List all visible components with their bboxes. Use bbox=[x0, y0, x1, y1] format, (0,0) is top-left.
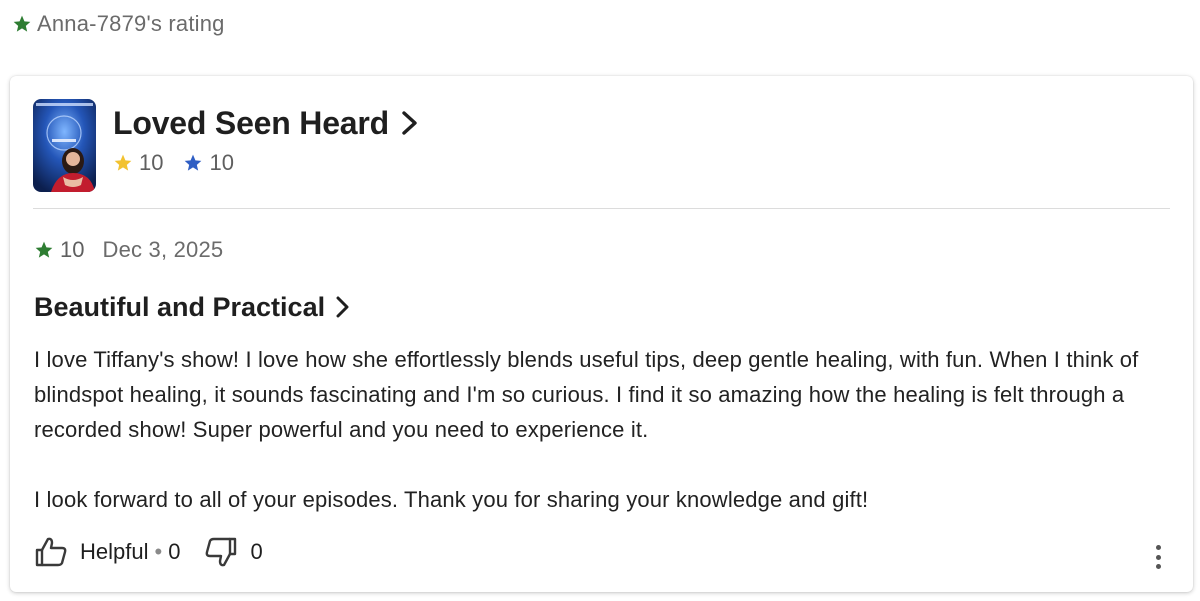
review-body: I love Tiffany's show! I love how she ef… bbox=[34, 342, 1164, 517]
separator-dot: • bbox=[154, 539, 163, 564]
show-summary: Loved Seen Heard 10 10 bbox=[33, 99, 421, 192]
show-title-link[interactable]: Loved Seen Heard bbox=[113, 101, 421, 145]
star-icon bbox=[114, 154, 132, 171]
chevron-right-icon bbox=[336, 296, 349, 318]
blue-rating-value: 10 bbox=[209, 150, 234, 175]
not-helpful-count: 0 bbox=[250, 539, 263, 564]
review-paragraph: I look forward to all of your episodes. … bbox=[34, 487, 869, 512]
thumbs-up-icon bbox=[35, 537, 67, 567]
review-title-link[interactable]: Beautiful and Practical bbox=[34, 289, 351, 325]
blue-rating: 10 bbox=[183, 150, 234, 176]
helpful-button[interactable]: Helpful • 0 bbox=[34, 536, 180, 568]
page-header: Anna-7879's rating bbox=[12, 10, 225, 38]
show-ratings: 10 10 bbox=[113, 149, 421, 177]
show-title: Loved Seen Heard bbox=[113, 104, 390, 141]
yellow-rating-value: 10 bbox=[139, 150, 164, 175]
page-title: Anna-7879's rating bbox=[37, 11, 225, 36]
chevron-right-icon bbox=[402, 111, 417, 135]
helpful-count: 0 bbox=[168, 539, 181, 564]
star-icon bbox=[13, 15, 31, 32]
more-vertical-icon[interactable] bbox=[1148, 542, 1168, 572]
not-helpful-button[interactable]: 0 bbox=[204, 536, 263, 568]
divider bbox=[33, 208, 1170, 209]
helpful-label: Helpful bbox=[80, 539, 149, 564]
thumbs-down-icon bbox=[206, 537, 237, 567]
podcast-cover-image[interactable] bbox=[33, 99, 96, 192]
review-rating: 10 bbox=[60, 237, 85, 262]
star-icon bbox=[35, 241, 53, 258]
review-date: Dec 3, 2025 bbox=[102, 237, 224, 262]
review-card: Loved Seen Heard 10 10 10 Dec 3, 2025 Be… bbox=[10, 76, 1193, 592]
review-actions: Helpful • 0 0 bbox=[34, 534, 263, 570]
review-paragraph: I love Tiffany's show! I love how she ef… bbox=[34, 347, 1139, 442]
review-meta: 10 Dec 3, 2025 bbox=[34, 236, 223, 264]
review-title: Beautiful and Practical bbox=[34, 291, 326, 322]
yellow-rating: 10 bbox=[113, 150, 163, 176]
star-icon bbox=[185, 154, 202, 171]
